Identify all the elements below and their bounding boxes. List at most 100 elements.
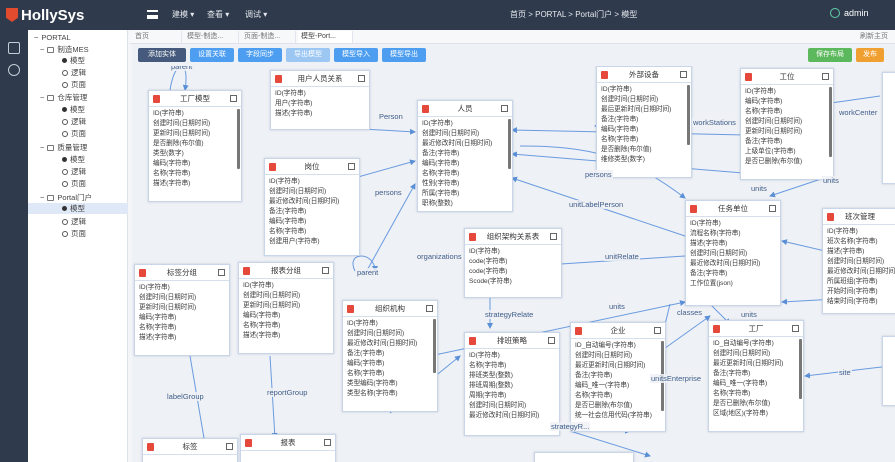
entity-shift[interactable]: 班次管理 ID(字符串) 班次名称(字符串) 描述(字符串) 创建时间(日期时间… [822, 208, 895, 314]
delete-icon[interactable] [713, 325, 720, 333]
er-diagram-canvas[interactable]: 工厂模型 ID(字符串) 创建时间(日期时间) 更新时间(日期时间) 是否删除(… [130, 66, 895, 462]
edit-icon[interactable] [324, 439, 331, 446]
delete-icon[interactable] [469, 337, 476, 345]
tree-item-model[interactable]: 模型 [62, 104, 85, 115]
delete-icon[interactable] [275, 75, 282, 83]
edit-icon[interactable] [426, 305, 433, 312]
entity-report-group[interactable]: 报表分组 ID(字符串) 创建时间(日期时间) 更新时间(日期时间) 编码(字符… [238, 262, 334, 354]
delete-icon[interactable] [245, 439, 252, 447]
add-entity-button[interactable]: 添加实体 [138, 48, 186, 62]
entity-factory[interactable]: 工厂 ID_自动编号(字符串) 创建时间(日期时间) 最近更新时间(日期时间) … [708, 320, 804, 432]
entity-schedule-strategy[interactable]: 排班策略 ID(字符串) 名称(字符串) 排班类型(整数) 排班周期(整数) 周… [464, 332, 560, 436]
entity-person[interactable]: 人员 ID(字符串) 创建时间(日期时间) 最近修改时间(日期时间) 备注(字符… [417, 100, 513, 212]
topnav-model-menu[interactable]: 建模 ▾ [172, 9, 194, 20]
entity-label[interactable]: 标签 [142, 438, 238, 462]
delete-icon[interactable] [601, 71, 608, 79]
entity-partial-right[interactable] [882, 72, 895, 184]
export-model-button[interactable]: 导出模型 [286, 48, 330, 62]
scrollbar[interactable] [433, 319, 436, 373]
edit-icon[interactable] [550, 233, 557, 240]
delete-icon[interactable] [690, 205, 697, 213]
edit-icon[interactable] [348, 163, 355, 170]
model-export-button[interactable]: 模型导出 [382, 48, 426, 62]
entity-report[interactable]: 报表 [240, 434, 336, 462]
entity-task-unit[interactable]: 任务单位 ID(字符串) 流程名称(字符串) 描述(字符串) 创建时间(日期时间… [685, 200, 781, 306]
entity-org-relation[interactable]: 组织架构关系表 ID(字符串) code(字符串) code(字符串) Scod… [464, 228, 562, 298]
user-menu[interactable]: admin [830, 8, 869, 18]
delete-icon[interactable] [422, 105, 429, 113]
entity-field-list: ID(字符串) 创建时间(日期时间) 最近修改时间(日期时间) 备注(字符串) … [418, 117, 512, 211]
publish-button[interactable]: 发布 [856, 48, 884, 62]
tree-item-model[interactable]: 模型 [62, 55, 85, 66]
tab-model-mes[interactable]: 模型-制造... [184, 31, 239, 43]
scrollbar[interactable] [829, 87, 832, 157]
edit-icon[interactable] [358, 75, 365, 82]
tab-home[interactable]: 首页 [132, 31, 182, 43]
scrollbar[interactable] [237, 109, 240, 169]
tree-root[interactable]: − PORTAL [34, 33, 71, 42]
tree-item-page[interactable]: 页面 [62, 128, 86, 139]
set-relation-button[interactable]: 设置关联 [190, 48, 234, 62]
tree-item-model-selected[interactable]: 模型 [28, 203, 128, 214]
document-icon[interactable] [8, 42, 20, 54]
tree-item-page[interactable]: 页面 [62, 178, 86, 189]
edit-icon[interactable] [230, 95, 237, 102]
tree-item-logic[interactable]: 逻辑 [62, 116, 86, 127]
delete-icon[interactable] [153, 95, 160, 103]
entity-organization[interactable]: 组织机构 ID(字符串) 创建时间(日期时间) 最近修改时间(日期时间) 备注(… [342, 300, 438, 412]
edit-icon[interactable] [822, 73, 829, 80]
tree-item-logic[interactable]: 逻辑 [62, 67, 86, 78]
delete-icon[interactable] [139, 269, 146, 277]
tree-group-quality[interactable]: − 质量管理 [40, 142, 87, 153]
tree-item-model[interactable]: 模型 [62, 154, 85, 165]
edit-icon[interactable] [680, 71, 687, 78]
entity-factory-model[interactable]: 工厂模型 ID(字符串) 创建时间(日期时间) 更新时间(日期时间) 是否删除(… [148, 90, 242, 202]
tree-group-warehouse[interactable]: − 仓库管理 [40, 92, 87, 103]
edit-icon[interactable] [226, 443, 233, 450]
tree-item-page[interactable]: 页面 [62, 79, 86, 90]
topnav-view-menu[interactable]: 查看 ▾ [207, 9, 229, 20]
scrollbar[interactable] [508, 119, 511, 169]
edit-icon[interactable] [769, 205, 776, 212]
tree-item-page[interactable]: 页面 [62, 228, 86, 239]
brand-logo[interactable]: HollySys [6, 6, 84, 24]
tree-group-portal[interactable]: − Portal门户 [40, 192, 92, 203]
delete-icon[interactable] [243, 267, 250, 275]
entity-label-group[interactable]: 标签分组 ID(字符串) 创建时间(日期时间) 更新时间(日期时间) 编码(字符… [134, 264, 230, 356]
hamburger-menu-icon[interactable] [147, 10, 158, 19]
entity-position[interactable]: 岗位 ID(字符串) 创建时间(日期时间) 最近修改时间(日期时间) 备注(字符… [264, 158, 360, 256]
search-icon[interactable] [8, 64, 20, 76]
entity-user-relation[interactable]: 用户人员关系 ID(字符串) 用户(字符串) 描述(字符串) [270, 70, 370, 130]
delete-icon[interactable] [347, 305, 354, 313]
tree-item-logic[interactable]: 逻辑 [62, 166, 86, 177]
edit-icon[interactable] [792, 325, 799, 332]
entity-field: 周期(字符串) [469, 392, 507, 399]
edit-icon[interactable] [501, 105, 508, 112]
edit-icon[interactable] [654, 327, 661, 334]
tree-group-mes[interactable]: − 制造MES [40, 44, 89, 55]
entity-field: 名称(字符串) [575, 392, 613, 399]
delete-icon[interactable] [827, 213, 834, 221]
tab-model-portal[interactable]: 模型-Port... [298, 31, 353, 43]
edit-icon[interactable] [548, 337, 555, 344]
tree-item-logic[interactable]: 逻辑 [62, 216, 86, 227]
delete-icon[interactable] [745, 73, 752, 81]
entity-outsource-device[interactable]: 外部设备 ID(字符串) 创建时间(日期时间) 最后更新时间(日期时间) 备注(… [596, 66, 692, 178]
tab-refresh-home[interactable]: 刷新主页 [860, 31, 888, 41]
edit-icon[interactable] [322, 267, 329, 274]
edit-icon[interactable] [218, 269, 225, 276]
delete-icon[interactable] [469, 233, 476, 241]
delete-icon[interactable] [575, 327, 582, 335]
scrollbar[interactable] [687, 85, 690, 145]
entity-partial-bottom[interactable] [534, 452, 634, 462]
save-layout-button[interactable]: 保存布局 [808, 48, 852, 62]
entity-workstation[interactable]: 工位 ID(字符串) 编码(字符串) 名称(字符串) 创建时间(日期时间) 更新… [740, 68, 834, 180]
topnav-debug-menu[interactable]: 调试 ▾ [245, 9, 267, 20]
entity-partial-right-lower[interactable] [882, 336, 895, 406]
delete-icon[interactable] [147, 443, 154, 451]
scrollbar[interactable] [799, 339, 802, 399]
delete-icon[interactable] [269, 163, 276, 171]
tab-page-mes[interactable]: 页面-制造... [241, 31, 296, 43]
field-sync-button[interactable]: 字段同步 [238, 48, 282, 62]
model-import-button[interactable]: 模型导入 [334, 48, 378, 62]
